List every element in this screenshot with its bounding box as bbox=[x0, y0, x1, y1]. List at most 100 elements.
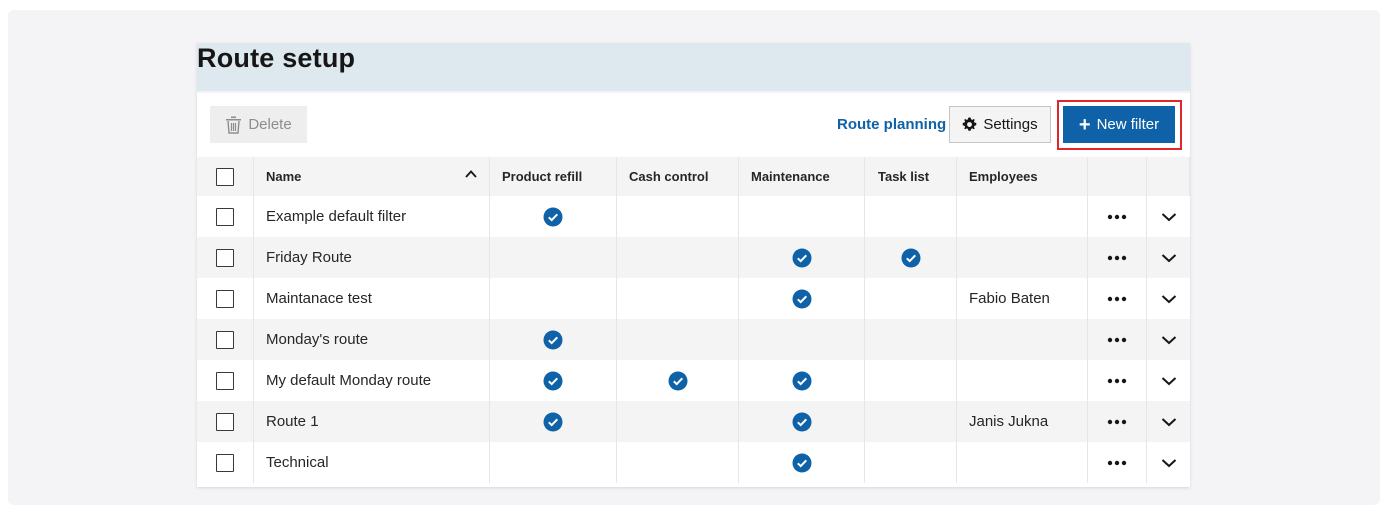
check-circle-icon bbox=[792, 412, 812, 432]
row-employees bbox=[957, 196, 1088, 237]
row-menu-cell bbox=[1088, 196, 1147, 237]
select-all-checkbox[interactable] bbox=[216, 167, 234, 186]
row-checkbox[interactable] bbox=[216, 207, 234, 226]
column-header-expand bbox=[1147, 157, 1190, 196]
chevron-down-icon[interactable] bbox=[1161, 253, 1177, 263]
row-menu-cell bbox=[1088, 401, 1147, 442]
row-employees: Janis Jukna bbox=[957, 401, 1088, 442]
row-maintenance-cell bbox=[739, 319, 865, 360]
row-maintenance-cell bbox=[739, 442, 865, 483]
row-maintenance-cell bbox=[739, 278, 865, 319]
settings-button[interactable]: Settings bbox=[949, 106, 1051, 143]
row-select-cell bbox=[197, 360, 254, 401]
row-checkbox[interactable] bbox=[216, 453, 234, 472]
row-cash-control-cell bbox=[617, 401, 739, 442]
column-header-employees: Employees bbox=[957, 157, 1088, 196]
chevron-down-icon[interactable] bbox=[1161, 335, 1177, 345]
overflow-menu-icon[interactable] bbox=[1107, 214, 1127, 220]
table-row[interactable]: Technical bbox=[197, 442, 1190, 483]
row-select-cell bbox=[197, 278, 254, 319]
row-checkbox[interactable] bbox=[216, 412, 234, 431]
row-product-refill-cell bbox=[490, 401, 617, 442]
check-circle-icon bbox=[792, 248, 812, 268]
chevron-down-icon[interactable] bbox=[1161, 376, 1177, 386]
check-circle-icon bbox=[543, 330, 563, 350]
overflow-menu-icon[interactable] bbox=[1107, 419, 1127, 425]
row-task-list-cell bbox=[865, 196, 957, 237]
overflow-menu-icon[interactable] bbox=[1107, 337, 1127, 343]
route-planning-link[interactable]: Route planning bbox=[837, 116, 946, 133]
row-menu-cell bbox=[1088, 360, 1147, 401]
row-expand-cell bbox=[1147, 196, 1190, 237]
check-circle-icon bbox=[543, 371, 563, 391]
row-product-refill-cell bbox=[490, 196, 617, 237]
delete-button[interactable]: Delete bbox=[210, 106, 307, 143]
row-product-refill-cell bbox=[490, 237, 617, 278]
check-circle-icon bbox=[668, 371, 688, 391]
row-employees bbox=[957, 360, 1088, 401]
column-header-name-label: Name bbox=[266, 169, 302, 184]
row-checkbox[interactable] bbox=[216, 289, 234, 308]
route-setup-panel: Route setup Delete Route planning Settin… bbox=[197, 43, 1190, 487]
table-row[interactable]: Friday Route bbox=[197, 237, 1190, 278]
plus-icon: + bbox=[1078, 113, 1091, 136]
overflow-menu-icon[interactable] bbox=[1107, 255, 1127, 261]
chevron-up-icon[interactable] bbox=[464, 167, 478, 181]
overflow-menu-icon[interactable] bbox=[1107, 296, 1127, 302]
table-row[interactable]: My default Monday route bbox=[197, 360, 1190, 401]
table-row[interactable]: Route 1 Janis Jukna bbox=[197, 401, 1190, 442]
row-task-list-cell bbox=[865, 278, 957, 319]
new-filter-button[interactable]: + New filter bbox=[1063, 106, 1175, 143]
row-name: Friday Route bbox=[254, 237, 490, 278]
chevron-down-icon[interactable] bbox=[1161, 417, 1177, 427]
chevron-down-icon[interactable] bbox=[1161, 458, 1177, 468]
overflow-menu-icon[interactable] bbox=[1107, 378, 1127, 384]
table-row[interactable]: Example default filter bbox=[197, 196, 1190, 237]
row-expand-cell bbox=[1147, 278, 1190, 319]
page-title: Route setup bbox=[197, 43, 356, 73]
row-maintenance-cell bbox=[739, 360, 865, 401]
chevron-down-icon[interactable] bbox=[1161, 212, 1177, 222]
row-product-refill-cell bbox=[490, 319, 617, 360]
new-filter-button-label: New filter bbox=[1096, 116, 1160, 133]
row-product-refill-cell bbox=[490, 278, 617, 319]
row-menu-cell bbox=[1088, 442, 1147, 483]
column-header-actions bbox=[1088, 157, 1147, 196]
column-header-maintenance: Maintenance bbox=[739, 157, 865, 196]
row-cash-control-cell bbox=[617, 196, 739, 237]
row-checkbox[interactable] bbox=[216, 371, 234, 390]
row-expand-cell bbox=[1147, 237, 1190, 278]
row-select-cell bbox=[197, 319, 254, 360]
table-row[interactable]: Maintanace test Fabio Baten bbox=[197, 278, 1190, 319]
check-circle-icon bbox=[792, 453, 812, 473]
check-circle-icon bbox=[792, 289, 812, 309]
filters-table: Name Product refill Cash control Mainten… bbox=[197, 157, 1190, 483]
delete-button-label: Delete bbox=[248, 116, 292, 133]
row-select-cell bbox=[197, 401, 254, 442]
row-expand-cell bbox=[1147, 360, 1190, 401]
row-select-cell bbox=[197, 196, 254, 237]
row-expand-cell bbox=[1147, 401, 1190, 442]
chevron-down-icon[interactable] bbox=[1161, 294, 1177, 304]
select-all-cell bbox=[197, 157, 254, 196]
table-row[interactable]: Monday's route bbox=[197, 319, 1190, 360]
check-circle-icon bbox=[543, 412, 563, 432]
row-cash-control-cell bbox=[617, 278, 739, 319]
table-body: Example default filter Friday Route Mainta… bbox=[197, 196, 1190, 483]
toolbar: Delete Route planning Settings + New fil… bbox=[197, 95, 1190, 157]
overflow-menu-icon[interactable] bbox=[1107, 460, 1127, 466]
row-task-list-cell bbox=[865, 442, 957, 483]
row-cash-control-cell bbox=[617, 442, 739, 483]
row-product-refill-cell bbox=[490, 442, 617, 483]
column-header-name[interactable]: Name bbox=[254, 157, 490, 196]
row-product-refill-cell bbox=[490, 360, 617, 401]
row-checkbox[interactable] bbox=[216, 330, 234, 349]
row-cash-control-cell bbox=[617, 319, 739, 360]
row-maintenance-cell bbox=[739, 196, 865, 237]
column-header-cash-control: Cash control bbox=[617, 157, 739, 196]
row-employees bbox=[957, 319, 1088, 360]
row-checkbox[interactable] bbox=[216, 248, 234, 267]
row-menu-cell bbox=[1088, 319, 1147, 360]
row-employees bbox=[957, 237, 1088, 278]
settings-button-label: Settings bbox=[983, 116, 1038, 133]
